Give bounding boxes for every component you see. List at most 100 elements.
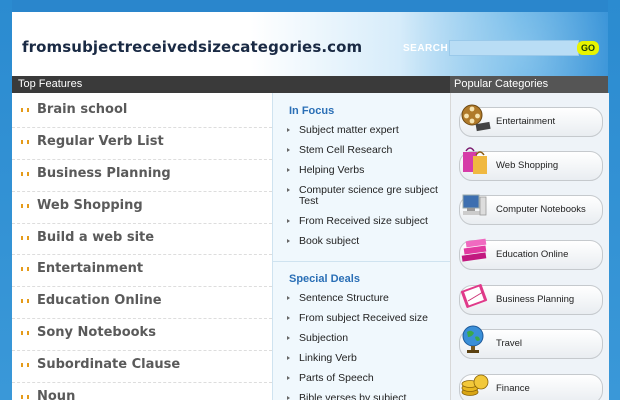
in-focus-link[interactable]: Computer science gre subject Test [299, 184, 438, 207]
in-focus-link[interactable]: Helping Verbs [299, 164, 364, 176]
search-input[interactable] [449, 40, 579, 56]
site-header: fromsubjectreceivedsizecategories.com SE… [12, 12, 608, 76]
popular-categories-bar: Popular Categories [450, 76, 608, 93]
in-focus-link[interactable]: Subject matter expert [299, 124, 399, 136]
bullet-icon [21, 203, 29, 208]
top-feature-label[interactable]: Business Planning [37, 166, 171, 181]
search-label: SEARCH [403, 43, 449, 54]
top-feature-label[interactable]: Noun [37, 389, 75, 400]
notebook-icon [460, 284, 488, 308]
coins-icon [461, 374, 489, 396]
special-deal-item[interactable]: Subjection [285, 333, 445, 344]
arrow-bullet-icon [287, 168, 290, 172]
special-deal-item[interactable]: Linking Verb [285, 353, 445, 364]
category-pill-entertainment[interactable]: Entertainment [459, 104, 603, 137]
category-pill-web-shopping[interactable]: Web Shopping [459, 147, 603, 181]
top-feature-label[interactable]: Education Online [37, 293, 162, 308]
in-focus-link[interactable]: Stem Cell Research [299, 144, 392, 156]
arrow-bullet-icon [287, 396, 290, 400]
bullet-icon [21, 139, 29, 144]
in-focus-item[interactable]: From Received size subject [285, 216, 445, 227]
category-label[interactable]: Business Planning [496, 294, 574, 305]
top-feature-label[interactable]: Subordinate Clause [37, 357, 180, 372]
top-features-column: Brain school Regular Verb List Business … [12, 93, 272, 400]
bullet-icon [21, 171, 29, 176]
top-feature-item[interactable]: Build a web site [12, 224, 272, 256]
top-feature-label[interactable]: Sony Notebooks [37, 325, 156, 340]
special-deal-link[interactable]: Bible verses by subject [299, 392, 406, 400]
arrow-bullet-icon [287, 376, 290, 380]
top-features-bar: Top Features [12, 76, 450, 93]
in-focus-link[interactable]: From Received size subject [299, 215, 428, 227]
category-label[interactable]: Education Online [496, 249, 568, 260]
category-label[interactable]: Travel [496, 338, 522, 349]
top-feature-label[interactable]: Web Shopping [37, 198, 143, 213]
background-left [0, 0, 12, 400]
top-feature-item[interactable]: Brain school [12, 96, 272, 128]
top-feature-item[interactable]: Noun [12, 383, 272, 400]
special-deal-link[interactable]: Parts of Speech [299, 372, 374, 384]
top-feature-item[interactable]: Education Online [12, 287, 272, 320]
arrow-bullet-icon [287, 188, 290, 192]
special-deal-link[interactable]: Sentence Structure [299, 292, 389, 304]
category-label[interactable]: Entertainment [496, 116, 555, 127]
go-button[interactable]: GO [577, 41, 599, 55]
top-feature-item[interactable]: Sony Notebooks [12, 319, 272, 352]
in-focus-link[interactable]: Book subject [299, 235, 359, 247]
special-deals-heading: Special Deals [289, 273, 360, 285]
top-feature-label[interactable]: Build a web site [37, 230, 154, 245]
category-pill-business-planning[interactable]: Business Planning [459, 284, 603, 315]
special-deal-item[interactable]: Bible verses by subject [285, 393, 445, 400]
arrow-bullet-icon [287, 239, 290, 243]
top-feature-label[interactable]: Brain school [37, 102, 127, 117]
arrow-bullet-icon [287, 148, 290, 152]
top-feature-item[interactable]: Web Shopping [12, 192, 272, 224]
top-feature-label[interactable]: Regular Verb List [37, 134, 164, 149]
bullet-icon [21, 363, 29, 368]
special-deal-item[interactable]: Parts of Speech [285, 373, 445, 384]
category-pill-computer-notebooks[interactable]: Computer Notebooks [459, 194, 603, 225]
in-focus-item[interactable]: Book subject [285, 236, 445, 247]
page: fromsubjectreceivedsizecategories.com SE… [0, 0, 620, 400]
in-focus-item[interactable]: Subject matter expert [285, 125, 445, 136]
special-deal-item[interactable]: From subject Received size [285, 313, 445, 324]
top-feature-item[interactable]: Entertainment [12, 255, 272, 288]
category-label[interactable]: Web Shopping [496, 160, 558, 171]
arrow-bullet-icon [287, 296, 290, 300]
site-title[interactable]: fromsubjectreceivedsizecategories.com [22, 38, 362, 56]
film-reel-icon [461, 104, 491, 132]
category-pill-travel[interactable]: Travel [459, 325, 603, 359]
in-focus-list: Subject matter expert Stem Cell Research… [285, 125, 445, 256]
special-deal-link[interactable]: From subject Received size [299, 312, 428, 324]
category-label[interactable]: Computer Notebooks [496, 204, 586, 215]
bullet-icon [21, 235, 29, 240]
top-feature-item[interactable]: Business Planning [12, 160, 272, 192]
in-focus-item[interactable]: Stem Cell Research [285, 145, 445, 156]
category-pill-finance[interactable]: Finance [459, 374, 603, 400]
bullet-icon [21, 267, 29, 272]
popular-categories-heading: Popular Categories [454, 78, 549, 90]
top-features-list: Brain school Regular Verb List Business … [12, 96, 272, 400]
category-label[interactable]: Finance [496, 383, 530, 394]
arrow-bullet-icon [287, 128, 290, 132]
top-feature-item[interactable]: Regular Verb List [12, 128, 272, 160]
bullet-icon [21, 395, 29, 400]
special-deal-item[interactable]: Sentence Structure [285, 293, 445, 304]
books-icon [461, 238, 487, 262]
computer-icon [462, 194, 487, 216]
special-deal-link[interactable]: Subjection [299, 332, 348, 344]
category-pill-education-online[interactable]: Education Online [459, 238, 603, 270]
in-focus-item[interactable]: Helping Verbs [285, 165, 445, 176]
in-focus-item[interactable]: Computer science gre subject Test [285, 185, 445, 207]
bullet-icon [21, 299, 29, 304]
in-focus-heading: In Focus [289, 105, 335, 117]
shopping-bag-icon [463, 147, 487, 174]
background-right [608, 0, 620, 400]
arrow-bullet-icon [287, 219, 290, 223]
special-deal-link[interactable]: Linking Verb [299, 352, 357, 364]
top-feature-item[interactable]: Subordinate Clause [12, 351, 272, 384]
top-features-heading: Top Features [18, 78, 83, 90]
top-feature-label[interactable]: Entertainment [37, 261, 143, 276]
bullet-icon [21, 331, 29, 336]
arrow-bullet-icon [287, 336, 290, 340]
